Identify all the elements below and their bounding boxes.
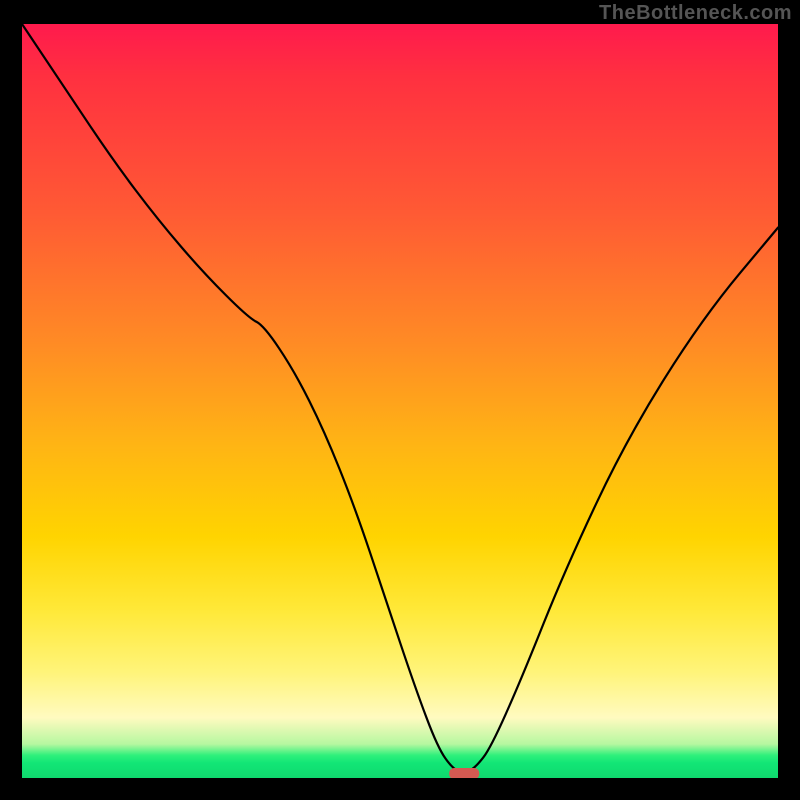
minimum-marker	[449, 768, 479, 778]
chart-svg	[22, 24, 778, 778]
plot-area	[22, 24, 778, 778]
bottleneck-curve	[22, 24, 778, 772]
chart-frame: TheBottleneck.com	[0, 0, 800, 800]
watermark-text: TheBottleneck.com	[599, 2, 792, 25]
